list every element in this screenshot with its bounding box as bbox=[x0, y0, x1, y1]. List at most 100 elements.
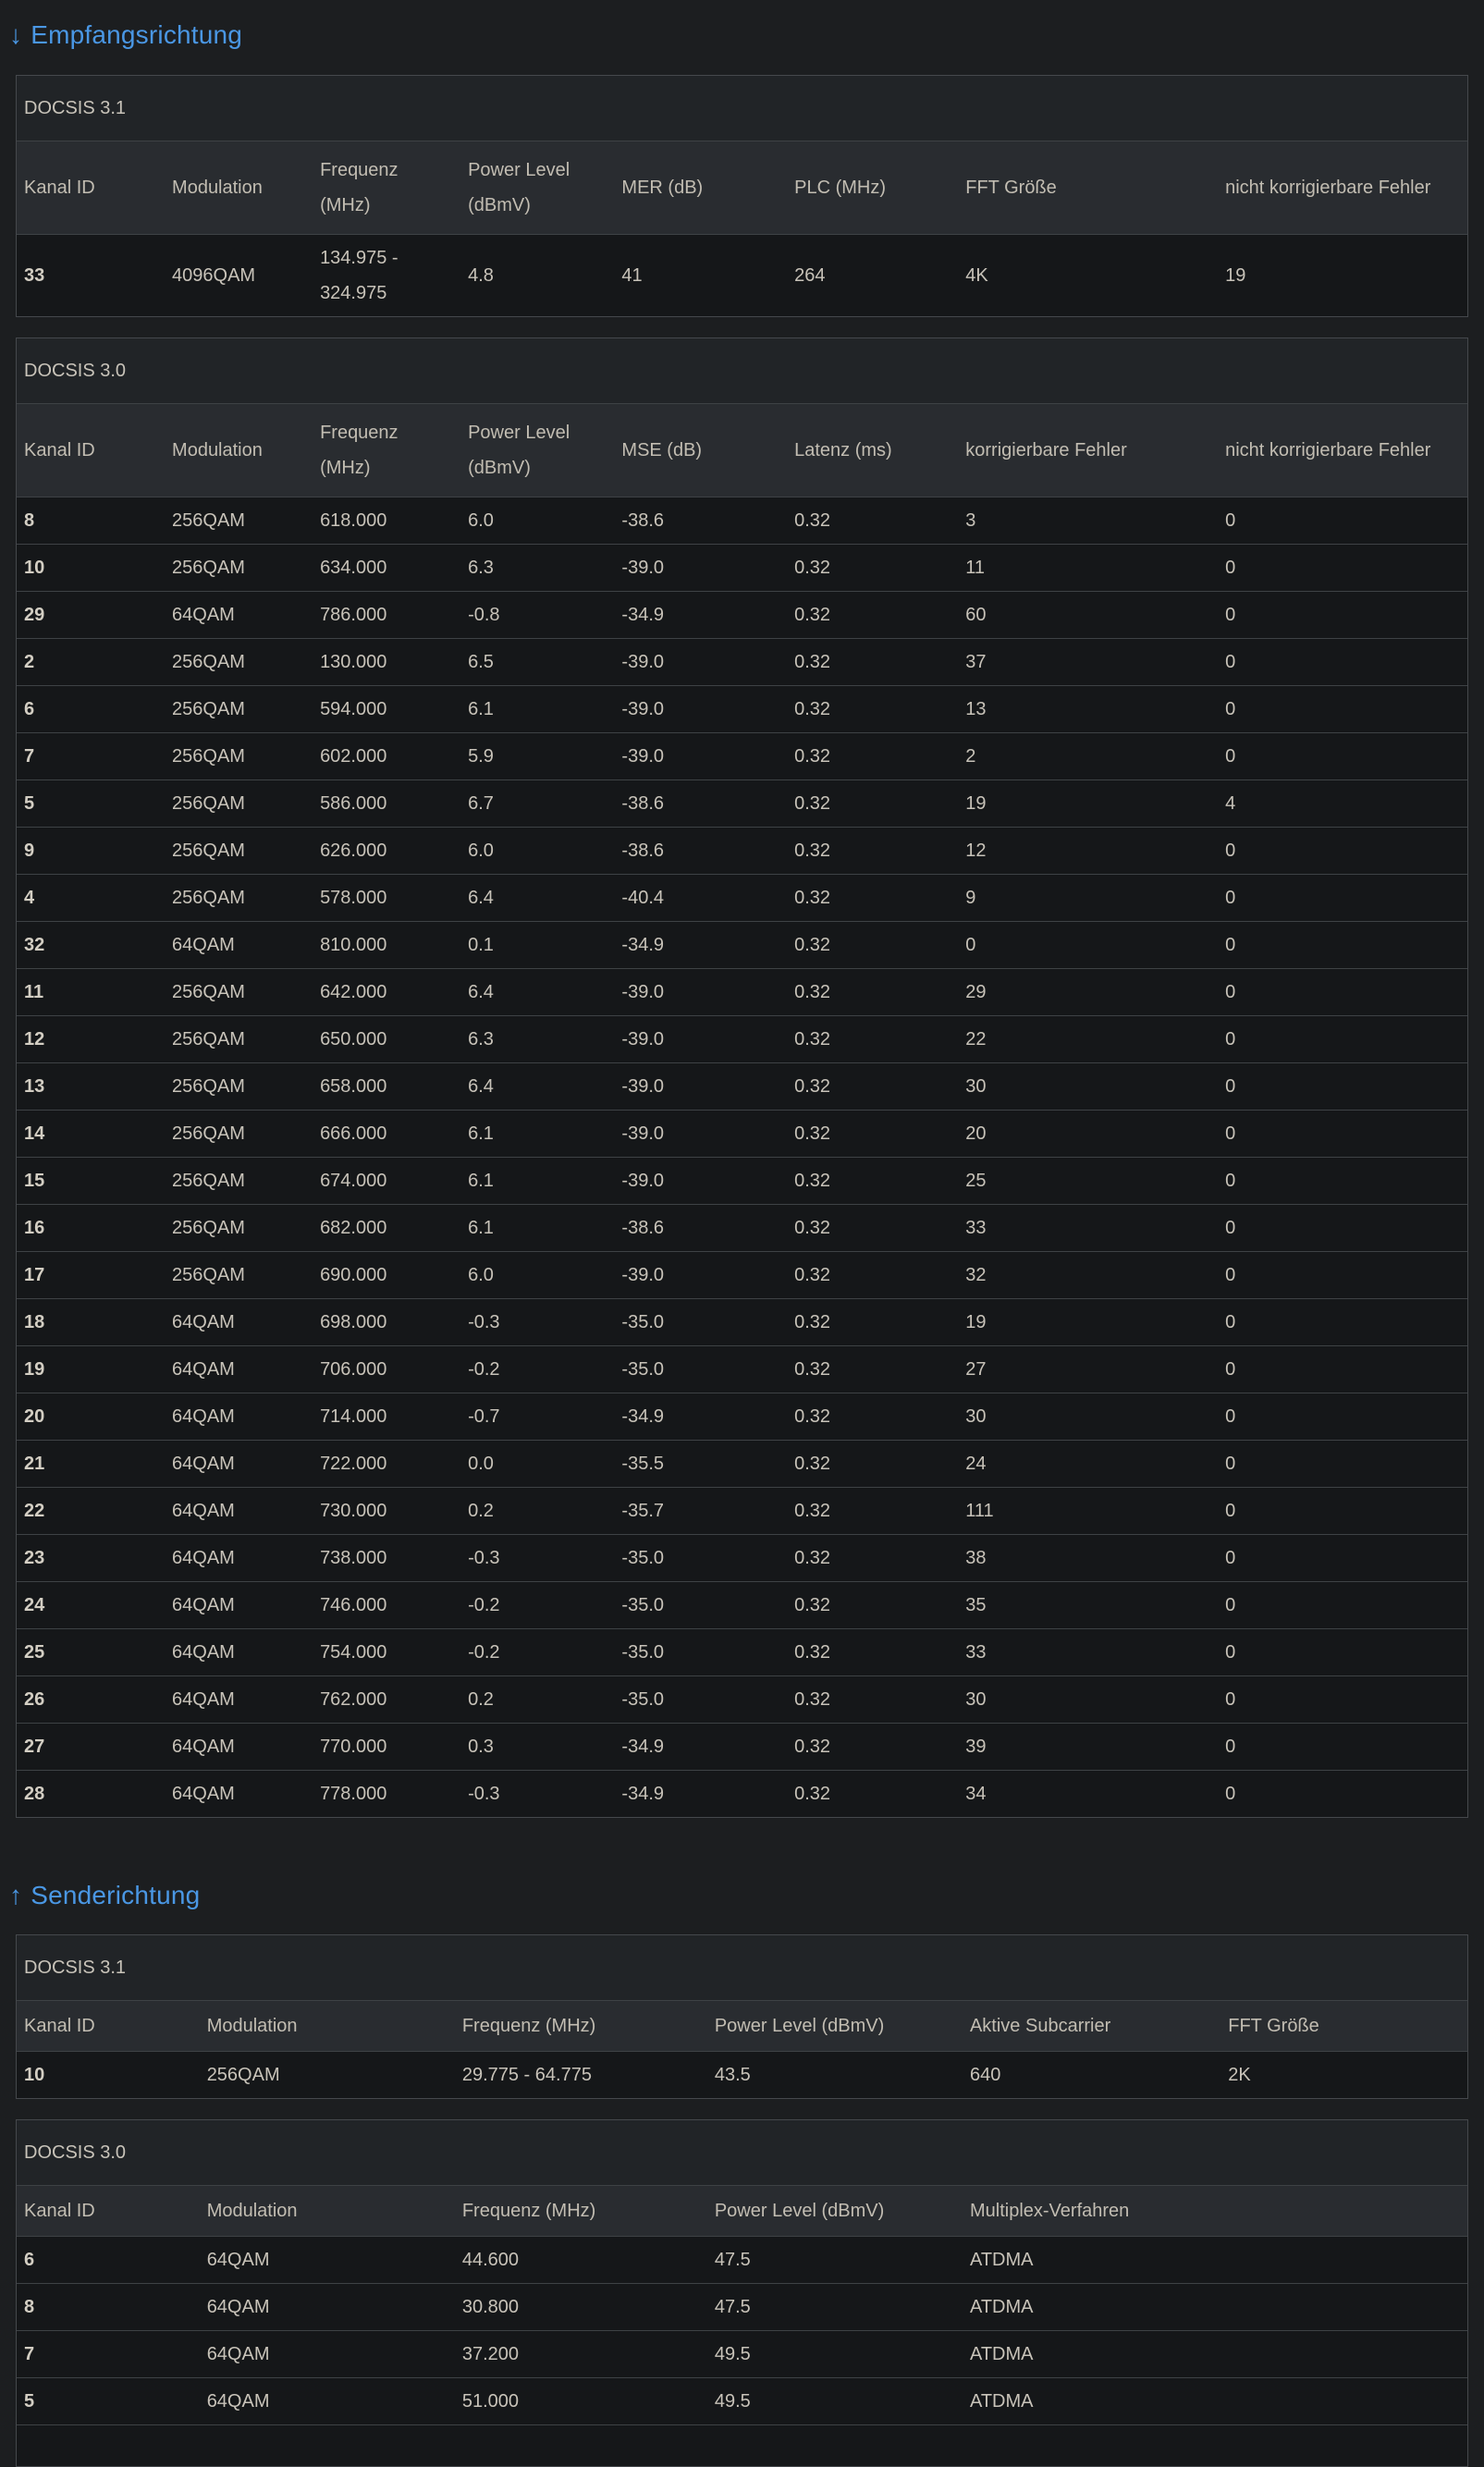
table-cell: 0.32 bbox=[787, 922, 958, 969]
down-arrow-icon: ↓ bbox=[9, 20, 22, 49]
table-cell: 0 bbox=[1218, 1346, 1467, 1393]
table-cell: 0.32 bbox=[787, 1393, 958, 1441]
table-cell: 778.000 bbox=[313, 1771, 460, 1818]
table-cell: 30.800 bbox=[455, 2284, 707, 2331]
column-header: Kanal ID bbox=[17, 2186, 200, 2237]
table-cell: 16 bbox=[17, 1205, 165, 1252]
table-cell: 32 bbox=[17, 922, 165, 969]
table-cell: 9 bbox=[17, 828, 165, 875]
table-cell: -35.0 bbox=[614, 1346, 787, 1393]
table-cell: 6.0 bbox=[460, 1252, 614, 1299]
table-cell: 29 bbox=[17, 592, 165, 639]
table-cell: 6.4 bbox=[460, 1063, 614, 1111]
table-cell: 32 bbox=[958, 1252, 1218, 1299]
table-cell: 64QAM bbox=[165, 1488, 313, 1535]
table-cell: ATDMA bbox=[963, 2284, 1467, 2331]
table-cell: ATDMA bbox=[963, 2237, 1467, 2284]
table-cell: 8 bbox=[17, 2284, 200, 2331]
table-cell: 0.32 bbox=[787, 1111, 958, 1158]
table-cell: 6.1 bbox=[460, 686, 614, 733]
column-header: Modulation bbox=[165, 141, 313, 235]
table-cell: 64QAM bbox=[165, 1441, 313, 1488]
table-cell: -34.9 bbox=[614, 1724, 787, 1771]
column-header: Frequenz (MHz) bbox=[313, 141, 460, 235]
table-cell: 658.000 bbox=[313, 1063, 460, 1111]
table-cell: 0.0 bbox=[460, 1441, 614, 1488]
column-header: korrigierbare Fehler bbox=[958, 404, 1218, 497]
table-cell: 0 bbox=[1218, 592, 1467, 639]
table-row: 334096QAM134.975 - 324.9754.8412644K19 bbox=[17, 235, 1467, 317]
column-header: Power Level (dBmV) bbox=[460, 141, 614, 235]
table-cell: -39.0 bbox=[614, 639, 787, 686]
table-cell: -0.3 bbox=[460, 1771, 614, 1818]
table-cell: 6 bbox=[17, 2237, 200, 2284]
table-cell: 0.2 bbox=[460, 1488, 614, 1535]
table-cell: 64QAM bbox=[200, 2284, 455, 2331]
table-cell: 60 bbox=[958, 592, 1218, 639]
table-cell: 586.000 bbox=[313, 780, 460, 828]
table-cell: 26 bbox=[17, 1676, 165, 1724]
table-cell: 256QAM bbox=[165, 497, 313, 545]
table-cell: 722.000 bbox=[313, 1441, 460, 1488]
table-row: 15256QAM674.0006.1-39.00.32250 bbox=[17, 1158, 1467, 1205]
table-cell: 706.000 bbox=[313, 1346, 460, 1393]
table-cell: 64QAM bbox=[165, 1724, 313, 1771]
table-caption: DOCSIS 3.1 bbox=[17, 1935, 1467, 2001]
table-cell: -34.9 bbox=[614, 592, 787, 639]
table-cell: 15 bbox=[17, 1158, 165, 1205]
column-header: MSE (dB) bbox=[614, 404, 787, 497]
table-cell: 33 bbox=[958, 1205, 1218, 1252]
table-row: 564QAM51.00049.5ATDMA bbox=[17, 2378, 1467, 2425]
table-cell: 0 bbox=[1218, 1393, 1467, 1441]
table-cell: -0.7 bbox=[460, 1393, 614, 1441]
table-panel-empfangsrichtung-docsis30: DOCSIS 3.0Kanal IDModulationFrequenz (MH… bbox=[16, 338, 1468, 1818]
table-cell: 10 bbox=[17, 2052, 200, 2099]
table-cell: 27 bbox=[17, 1724, 165, 1771]
table-cell: 786.000 bbox=[313, 592, 460, 639]
table-cell: -38.6 bbox=[614, 828, 787, 875]
table-cell: 38 bbox=[958, 1535, 1218, 1582]
table-cell: 19 bbox=[17, 1346, 165, 1393]
table-cell: -39.0 bbox=[614, 733, 787, 780]
table-cell: 256QAM bbox=[165, 1016, 313, 1063]
section-title: Senderichtung bbox=[31, 1881, 200, 1909]
table-cell: -35.5 bbox=[614, 1441, 787, 1488]
table-cell: 9 bbox=[958, 875, 1218, 922]
table-cell: 64QAM bbox=[200, 2378, 455, 2425]
table-cell: 626.000 bbox=[313, 828, 460, 875]
table-cell: 6.1 bbox=[460, 1205, 614, 1252]
table-row: 764QAM37.20049.5ATDMA bbox=[17, 2331, 1467, 2378]
table-cell: -39.0 bbox=[614, 1063, 787, 1111]
table-cell: 0 bbox=[1218, 639, 1467, 686]
table-cell: ATDMA bbox=[963, 2378, 1467, 2425]
section-heading-senderichtung: ↑ Senderichtung bbox=[9, 1877, 1475, 1914]
table-cell: 714.000 bbox=[313, 1393, 460, 1441]
table-cell: 578.000 bbox=[313, 875, 460, 922]
column-header: Modulation bbox=[165, 404, 313, 497]
table-cell: 0.1 bbox=[460, 922, 614, 969]
table-cell: 49.5 bbox=[707, 2378, 963, 2425]
table-cell: 12 bbox=[17, 1016, 165, 1063]
up-arrow-icon: ↑ bbox=[9, 1881, 22, 1909]
table-cell: ATDMA bbox=[963, 2331, 1467, 2378]
table-cell: 33 bbox=[958, 1629, 1218, 1676]
table-cell: 11 bbox=[17, 969, 165, 1016]
table-cell: 51.000 bbox=[455, 2378, 707, 2425]
table-cell: 0.32 bbox=[787, 545, 958, 592]
table-cell: 0.32 bbox=[787, 780, 958, 828]
table-cell: 256QAM bbox=[200, 2052, 455, 2099]
table-row: 2664QAM762.0000.2-35.00.32300 bbox=[17, 1676, 1467, 1724]
table-cell: 21 bbox=[17, 1441, 165, 1488]
header-row: Kanal IDModulationFrequenz (MHz)Power Le… bbox=[17, 141, 1467, 235]
column-header: Power Level (dBmV) bbox=[707, 2001, 963, 2052]
table-cell: 6 bbox=[17, 686, 165, 733]
table-cell: 47.5 bbox=[707, 2284, 963, 2331]
column-header: Multiplex-Verfahren bbox=[963, 2186, 1467, 2237]
table-cell: 0.32 bbox=[787, 1582, 958, 1629]
table-cell: 256QAM bbox=[165, 1063, 313, 1111]
table-cell: 0.32 bbox=[787, 1771, 958, 1818]
table-row: 2964QAM786.000-0.8-34.90.32600 bbox=[17, 592, 1467, 639]
table-cell: -39.0 bbox=[614, 969, 787, 1016]
table-caption: DOCSIS 3.0 bbox=[17, 2120, 1467, 2186]
table-cell: 0 bbox=[1218, 1582, 1467, 1629]
